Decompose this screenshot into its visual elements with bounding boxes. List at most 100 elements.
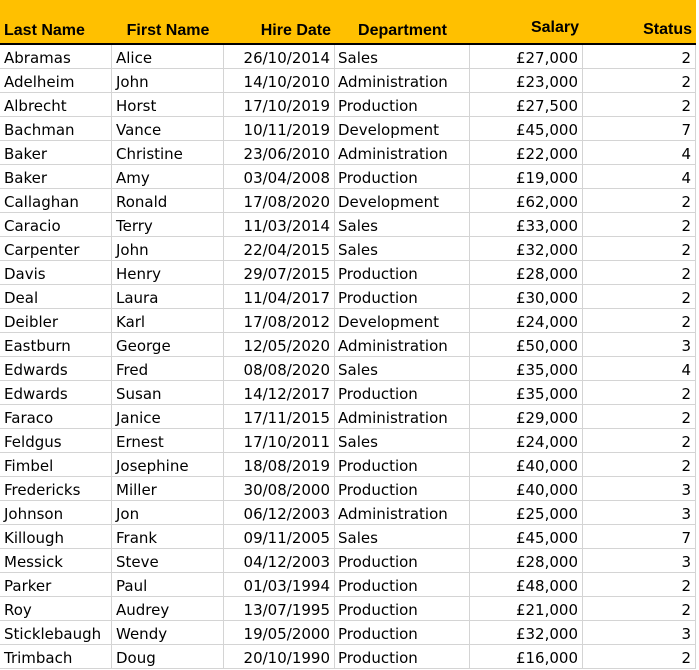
cell-salary[interactable]: £40,000	[470, 477, 583, 501]
cell-status[interactable]: 2	[583, 309, 696, 333]
cell-status[interactable]: 2	[583, 237, 696, 261]
cell-status[interactable]: 3	[583, 477, 696, 501]
cell-salary[interactable]: £24,000	[470, 309, 583, 333]
cell-last-name[interactable]: Fredericks	[0, 477, 112, 501]
cell-status[interactable]: 4	[583, 165, 696, 189]
cell-hire-date[interactable]: 17/10/2011	[224, 429, 335, 453]
cell-first-name[interactable]: Horst	[112, 93, 224, 117]
cell-hire-date[interactable]: 01/03/1994	[224, 573, 335, 597]
cell-first-name[interactable]: Janice	[112, 405, 224, 429]
cell-last-name[interactable]: Deal	[0, 285, 112, 309]
cell-first-name[interactable]: Laura	[112, 285, 224, 309]
cell-hire-date[interactable]: 20/10/1990	[224, 645, 335, 669]
cell-department[interactable]: Production	[335, 573, 470, 597]
cell-last-name[interactable]: Edwards	[0, 357, 112, 381]
cell-status[interactable]: 2	[583, 189, 696, 213]
cell-first-name[interactable]: Josephine	[112, 453, 224, 477]
cell-status[interactable]: 2	[583, 573, 696, 597]
cell-first-name[interactable]: Jon	[112, 501, 224, 525]
cell-department[interactable]: Production	[335, 93, 470, 117]
cell-first-name[interactable]: Fred	[112, 357, 224, 381]
cell-last-name[interactable]: Carpenter	[0, 237, 112, 261]
cell-hire-date[interactable]: 06/12/2003	[224, 501, 335, 525]
cell-first-name[interactable]: Christine	[112, 141, 224, 165]
cell-last-name[interactable]: Bachman	[0, 117, 112, 141]
cell-status[interactable]: 2	[583, 45, 696, 69]
cell-salary[interactable]: £23,000	[470, 69, 583, 93]
cell-last-name[interactable]: Caracio	[0, 213, 112, 237]
cell-salary[interactable]: £19,000	[470, 165, 583, 189]
cell-first-name[interactable]: Audrey	[112, 597, 224, 621]
cell-salary[interactable]: £25,000	[470, 501, 583, 525]
cell-status[interactable]: 4	[583, 357, 696, 381]
cell-status[interactable]: 2	[583, 405, 696, 429]
cell-last-name[interactable]: Deibler	[0, 309, 112, 333]
cell-status[interactable]: 2	[583, 429, 696, 453]
cell-first-name[interactable]: Vance	[112, 117, 224, 141]
cell-department[interactable]: Production	[335, 381, 470, 405]
cell-status[interactable]: 2	[583, 69, 696, 93]
cell-last-name[interactable]: Baker	[0, 141, 112, 165]
cell-department[interactable]: Sales	[335, 525, 470, 549]
cell-last-name[interactable]: Adelheim	[0, 69, 112, 93]
cell-last-name[interactable]: Trimbach	[0, 645, 112, 669]
cell-salary[interactable]: £33,000	[470, 213, 583, 237]
cell-status[interactable]: 2	[583, 453, 696, 477]
cell-hire-date[interactable]: 04/12/2003	[224, 549, 335, 573]
cell-first-name[interactable]: Frank	[112, 525, 224, 549]
cell-salary[interactable]: £30,000	[470, 285, 583, 309]
header-first-name[interactable]: First Name	[112, 0, 224, 45]
cell-last-name[interactable]: Feldgus	[0, 429, 112, 453]
cell-last-name[interactable]: Johnson	[0, 501, 112, 525]
cell-first-name[interactable]: Henry	[112, 261, 224, 285]
cell-hire-date[interactable]: 08/08/2020	[224, 357, 335, 381]
cell-last-name[interactable]: Callaghan	[0, 189, 112, 213]
cell-department[interactable]: Sales	[335, 357, 470, 381]
cell-hire-date[interactable]: 19/05/2000	[224, 621, 335, 645]
cell-hire-date[interactable]: 17/08/2020	[224, 189, 335, 213]
cell-status[interactable]: 3	[583, 501, 696, 525]
cell-salary[interactable]: £62,000	[470, 189, 583, 213]
cell-hire-date[interactable]: 10/11/2019	[224, 117, 335, 141]
cell-salary[interactable]: £50,000	[470, 333, 583, 357]
cell-salary[interactable]: £32,000	[470, 237, 583, 261]
cell-salary[interactable]: £27,500	[470, 93, 583, 117]
cell-status[interactable]: 2	[583, 261, 696, 285]
cell-hire-date[interactable]: 29/07/2015	[224, 261, 335, 285]
cell-first-name[interactable]: Steve	[112, 549, 224, 573]
cell-salary[interactable]: £27,000	[470, 45, 583, 69]
cell-salary[interactable]: £45,000	[470, 525, 583, 549]
cell-department[interactable]: Production	[335, 549, 470, 573]
cell-department[interactable]: Development	[335, 189, 470, 213]
cell-last-name[interactable]: Roy	[0, 597, 112, 621]
cell-salary[interactable]: £35,000	[470, 357, 583, 381]
cell-department[interactable]: Production	[335, 453, 470, 477]
cell-hire-date[interactable]: 11/03/2014	[224, 213, 335, 237]
cell-salary[interactable]: £45,000	[470, 117, 583, 141]
cell-department[interactable]: Production	[335, 645, 470, 669]
cell-hire-date[interactable]: 23/06/2010	[224, 141, 335, 165]
cell-status[interactable]: 4	[583, 141, 696, 165]
cell-salary[interactable]: £24,000	[470, 429, 583, 453]
cell-hire-date[interactable]: 11/04/2017	[224, 285, 335, 309]
cell-department[interactable]: Production	[335, 597, 470, 621]
cell-hire-date[interactable]: 14/12/2017	[224, 381, 335, 405]
cell-first-name[interactable]: Ronald	[112, 189, 224, 213]
cell-first-name[interactable]: Ernest	[112, 429, 224, 453]
cell-hire-date[interactable]: 22/04/2015	[224, 237, 335, 261]
cell-hire-date[interactable]: 13/07/1995	[224, 597, 335, 621]
cell-last-name[interactable]: Davis	[0, 261, 112, 285]
cell-department[interactable]: Development	[335, 117, 470, 141]
cell-department[interactable]: Production	[335, 477, 470, 501]
cell-last-name[interactable]: Sticklebaugh	[0, 621, 112, 645]
cell-last-name[interactable]: Faraco	[0, 405, 112, 429]
cell-department[interactable]: Sales	[335, 237, 470, 261]
cell-status[interactable]: 2	[583, 213, 696, 237]
cell-hire-date[interactable]: 17/10/2019	[224, 93, 335, 117]
cell-first-name[interactable]: Doug	[112, 645, 224, 669]
cell-first-name[interactable]: John	[112, 237, 224, 261]
cell-salary[interactable]: £35,000	[470, 381, 583, 405]
cell-hire-date[interactable]: 03/04/2008	[224, 165, 335, 189]
cell-department[interactable]: Production	[335, 285, 470, 309]
cell-last-name[interactable]: Abramas	[0, 45, 112, 69]
